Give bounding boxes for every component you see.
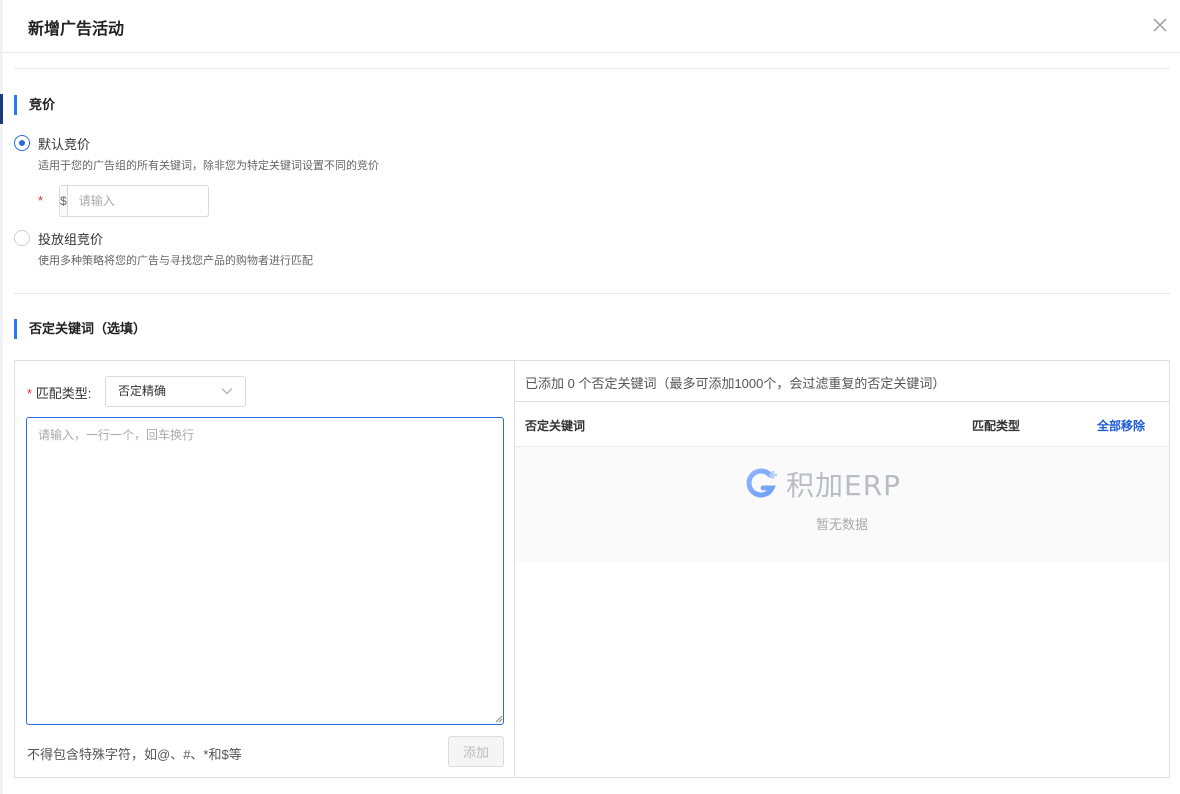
divider <box>14 68 1170 69</box>
default-bid-radio[interactable] <box>14 135 30 151</box>
match-type-value: 否定精确 <box>118 384 167 398</box>
table-header: 否定关键词 匹配类型 全部移除 <box>515 402 1169 447</box>
resize-grip-icon[interactable] <box>494 714 503 723</box>
add-button[interactable]: 添加 <box>448 736 504 767</box>
chevron-down-icon <box>221 388 233 395</box>
empty-logo: 积加ERP <box>746 467 902 502</box>
empty-state: 积加ERP 暂无数据 <box>515 447 1169 563</box>
negative-keywords-panel: * 匹配类型: 否定精确 不得包含特殊字符，如@、#、*和$等 添加 已添加 0… <box>14 360 1170 778</box>
bidding-section-title: 竞价 <box>14 95 55 115</box>
default-bid-description: 适用于您的广告组的所有关键词，除非您为特定关键词设置不同的竞价 <box>38 160 379 172</box>
remove-all-link[interactable]: 全部移除 <box>1097 417 1145 434</box>
close-icon[interactable] <box>1150 15 1170 35</box>
group-bid-radio[interactable] <box>14 230 30 246</box>
required-mark: * <box>38 193 44 208</box>
default-bid-option[interactable]: 默认竞价 <box>14 134 90 152</box>
match-type-label: * 匹配类型: <box>27 383 91 402</box>
brand-logo-icon <box>746 468 777 498</box>
currency-prefix: $ <box>60 186 68 216</box>
backdrop-accent <box>0 94 3 124</box>
empty-text: 暂无数据 <box>815 517 868 532</box>
match-type-select[interactable]: 否定精确 <box>105 376 246 407</box>
negative-keywords-section-title: 否定关键词（选填） <box>14 319 146 339</box>
dialog-title: 新增广告活动 <box>28 21 125 38</box>
divider <box>14 293 1170 294</box>
negative-keywords-textarea[interactable] <box>26 417 504 725</box>
group-bid-description: 使用多种策略将您的广告与寻找您产品的购物者进行匹配 <box>38 255 313 267</box>
column-header-keyword: 否定关键词 <box>525 419 586 433</box>
add-campaign-dialog: 新增广告活动 竞价 默认竞价 适用于您的广告组的所有关键词，除非您为特定关键词设… <box>0 0 1180 794</box>
added-summary: 已添加 0 个否定关键词（最多可添加1000个，会过滤重复的否定关键词） <box>525 376 946 391</box>
backdrop-edge <box>0 0 3 794</box>
match-type-label-text: 匹配类型: <box>35 386 92 401</box>
brand-name: 积加ERP <box>786 469 902 502</box>
special-char-hint: 不得包含特殊字符，如@、#、*和$等 <box>27 747 242 762</box>
dialog-header: 新增广告活动 <box>0 0 1180 53</box>
default-bid-input-group: $ <box>59 185 234 217</box>
default-bid-input[interactable] <box>67 186 234 216</box>
column-header-match-type: 匹配类型 <box>972 419 1021 433</box>
group-bid-option[interactable]: 投放组竞价 <box>14 229 103 247</box>
group-bid-label: 投放组竞价 <box>38 231 104 247</box>
default-bid-label: 默认竞价 <box>38 136 91 152</box>
required-mark: * <box>27 386 33 401</box>
